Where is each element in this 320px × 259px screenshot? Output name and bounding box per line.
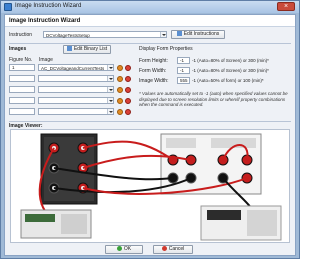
title-bar[interactable]: Image Instruction Wizard × [1,1,299,13]
image-select[interactable] [38,75,114,82]
cancel-button[interactable]: Cancel [153,245,193,254]
delete-icon[interactable] [125,109,131,115]
figure-no-input[interactable]: 1 [9,64,35,71]
image-select-value: AC_DCVoltageandCurrentTests [41,66,105,71]
wizard-body: Image Instruction Wizard Instruction DCV… [4,14,296,256]
ok-button[interactable]: OK [105,245,143,254]
chevron-down-icon[interactable] [107,109,113,114]
form-width-hint: -1 (Auto=80% of Screen) or 300 (min)* [192,68,269,73]
brush-icon[interactable] [117,76,123,82]
chevron-down-icon[interactable] [107,76,113,81]
form-width-label: Form Width: [139,68,167,74]
close-button[interactable]: × [277,2,295,11]
header-band: Image Instruction Wizard [5,15,295,27]
image-select[interactable] [38,86,114,93]
image-select[interactable] [38,108,114,115]
image-width-hint: -1 (Auto=50% of form) or 100 (min)* [192,78,264,83]
display-form-title: Display Form Properties [139,46,193,52]
form-height-hint: -1 (Auto=80% of Screen) or 300 (min)* [192,58,269,63]
image-viewer [10,129,290,243]
form-width-input[interactable]: -1 [177,67,190,74]
instruction-select[interactable]: DCVoltageTestsSetup [43,31,167,38]
figure-no-input[interactable] [9,97,35,104]
col-image-header: Image [39,57,53,63]
brush-icon[interactable] [117,98,123,104]
figure-no-input[interactable] [9,108,35,115]
edit-instructions-button[interactable]: Edit Instructions [171,30,225,39]
edit-icon [66,46,72,51]
figure-no-input[interactable] [9,86,35,93]
delete-icon[interactable] [125,76,131,82]
wiring-diagram [20,133,282,241]
form-height-input[interactable]: -1 [177,57,190,64]
images-section-title: Images [9,46,27,52]
chevron-down-icon[interactable] [107,98,113,103]
brush-icon[interactable] [117,87,123,93]
edit-binary-list-button[interactable]: Edit Binary List [63,45,111,54]
delete-icon[interactable] [125,87,131,93]
divider [9,121,291,122]
wizard-window: Image Instruction Wizard × Image Instruc… [0,0,300,259]
chevron-down-icon[interactable] [160,32,166,37]
brush-icon[interactable] [117,109,123,115]
delete-icon[interactable] [125,65,131,71]
edit-icon [176,31,182,36]
instruction-label: Instruction [9,32,33,38]
chevron-down-icon[interactable] [107,87,113,92]
auto-values-note: * Values are automatically set to -1 (au… [139,91,288,107]
image-select[interactable]: AC_DCVoltageandCurrentTests [38,64,114,71]
image-width-input[interactable]: 555 [177,77,190,84]
check-icon [116,246,122,251]
divider [9,43,291,44]
image-select[interactable] [38,97,114,104]
chevron-down-icon[interactable] [107,65,113,70]
brush-icon[interactable] [117,65,123,71]
image-width-label: Image Width: [139,78,169,84]
form-height-label: Form Height: [139,58,168,64]
instruction-value: DCVoltageTestsSetup [46,33,90,38]
wizard-icon [4,3,12,11]
col-figure-header: Figure No. [9,57,33,63]
figure-no-input[interactable] [9,75,35,82]
delete-icon[interactable] [125,98,131,104]
window-title: Image Instruction Wizard [15,3,82,9]
page-title: Image Instruction Wizard [9,18,81,24]
cancel-icon [161,246,167,251]
